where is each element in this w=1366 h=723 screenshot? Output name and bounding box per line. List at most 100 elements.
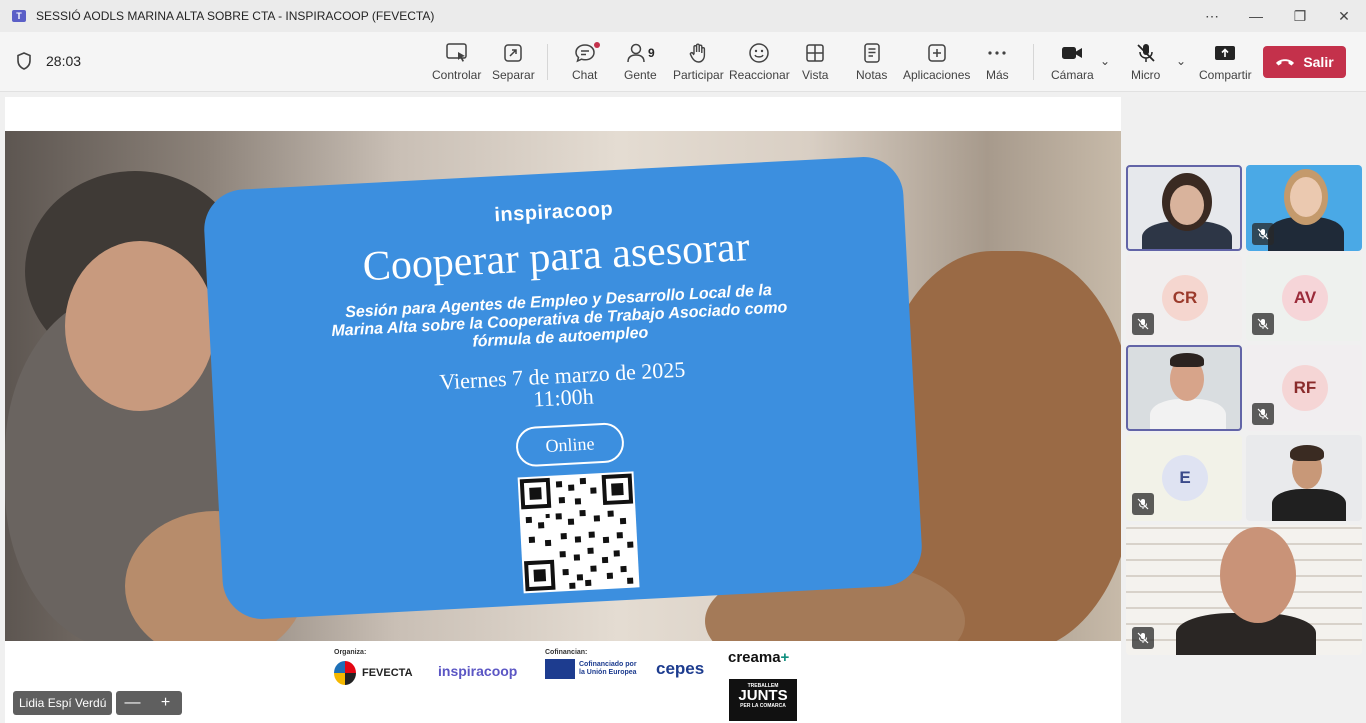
participant-tile-4[interactable]: AV [1246, 255, 1362, 341]
inspiracoop-logo: inspiracoop [438, 663, 518, 679]
view-label: Vista [802, 68, 829, 82]
apps-button[interactable]: Aplicaciones [903, 40, 970, 86]
chat-button[interactable]: Chat [572, 40, 600, 86]
slide-online-badge: Online [515, 421, 625, 468]
toolbar-divider [1033, 44, 1034, 80]
participant-tile-5[interactable] [1126, 345, 1242, 431]
minimize-icon[interactable]: — [1234, 0, 1278, 32]
mic-options-chevron-icon[interactable]: ⌄ [1176, 54, 1186, 68]
participant-tile-3[interactable]: CR [1126, 255, 1242, 341]
organiza-label: Organiza: [334, 649, 367, 656]
participant-hair [1170, 353, 1204, 367]
treballem-junts-logo: TREBALLEM JUNTS PER LA COMARCA [729, 679, 797, 721]
participant-tile-1[interactable] [1126, 165, 1242, 251]
muted-mic-icon [1132, 313, 1154, 335]
more-options-icon[interactable]: ⋯ [1190, 0, 1234, 32]
fevecta-mark-icon [334, 661, 356, 685]
participant-avatar: RF [1282, 365, 1328, 411]
chat-label: Chat [572, 68, 598, 82]
share-control-icon [445, 43, 467, 62]
eu-flag-icon [545, 659, 575, 679]
participant-hair [1290, 445, 1324, 461]
teams-app-icon: T [12, 10, 26, 22]
sponsor-logos: Organiza: Cofinancian: FEVECTA inspiraco… [330, 645, 810, 723]
notes-button[interactable]: Notas [856, 40, 887, 86]
meeting-timer: 28:03 [16, 52, 81, 70]
muted-mic-icon [1252, 223, 1274, 245]
presenter-name-label: Lidia Espí Verdú [13, 691, 113, 715]
shield-icon [17, 52, 31, 70]
zoom-out-button[interactable]: — [116, 691, 149, 715]
apps-label: Aplicaciones [903, 68, 971, 82]
pop-out-button[interactable]: Separar [492, 40, 535, 86]
view-button[interactable]: Vista [802, 40, 828, 86]
camera-icon [1062, 47, 1083, 59]
share-screen-icon [1215, 46, 1236, 60]
control-button[interactable]: Controlar [432, 40, 481, 86]
apps-icon [927, 44, 946, 62]
more-button[interactable]: Más [986, 40, 1009, 86]
muted-mic-icon [1252, 403, 1274, 425]
participant-face [1290, 177, 1322, 217]
participant-avatar: CR [1162, 275, 1208, 321]
fevecta-logo: FEVECTA [334, 661, 413, 685]
qr-code [517, 471, 640, 594]
participant-tile-8[interactable] [1246, 435, 1362, 521]
eu-line-2: la Unión Europea [579, 669, 637, 676]
mic-off-icon [1137, 44, 1155, 62]
plus-icon: + [780, 649, 790, 666]
slide-subtitle: Sesión para Agentes de Empleo y Desarrol… [331, 281, 788, 351]
participant-face [1220, 527, 1296, 623]
close-icon[interactable]: ✕ [1322, 0, 1366, 32]
camera-label: Cámara [1051, 68, 1094, 82]
people-icon [627, 43, 645, 63]
participant-tile-2[interactable] [1246, 165, 1362, 251]
participant-video [1150, 399, 1226, 429]
junts-main: JUNTS [738, 687, 788, 704]
more-icon [988, 51, 1006, 55]
photo-face [65, 241, 215, 411]
leave-label: Salir [1303, 54, 1334, 70]
title-bar: T SESSIÓ AODLS MARINA ALTA SOBRE CTA - I… [0, 0, 1366, 32]
toolbar-divider [547, 44, 548, 80]
notes-label: Notas [856, 68, 888, 82]
pop-out-icon [504, 44, 523, 62]
hang-up-icon [1276, 59, 1295, 66]
participant-tile-9[interactable] [1126, 525, 1362, 655]
mic-button[interactable]: Micro [1131, 40, 1160, 86]
timer-value: 28:03 [46, 53, 82, 69]
participant-avatar: E [1162, 455, 1208, 501]
eu-logo: Cofinanciado por la Unión Europea [545, 659, 637, 679]
participant-tile-7[interactable]: E [1126, 435, 1242, 521]
mic-label: Micro [1131, 68, 1161, 82]
camera-button[interactable]: Cámara [1051, 40, 1094, 86]
react-label: Reaccionar [729, 68, 790, 82]
slide-date-block: Viernes 7 de marzo de 2025 11:00h [212, 347, 913, 428]
notes-icon [863, 43, 880, 63]
grid-view-icon [806, 44, 824, 62]
creama-text: creama [728, 649, 781, 666]
share-label: Compartir [1199, 68, 1252, 82]
participant-avatar: AV [1282, 275, 1328, 321]
react-button[interactable]: Reaccionar [729, 40, 790, 86]
restore-icon[interactable]: ❐ [1278, 0, 1322, 32]
emoji-icon [749, 43, 770, 63]
share-button[interactable]: Compartir [1199, 40, 1252, 86]
zoom-controls: — + [116, 691, 182, 715]
camera-options-chevron-icon[interactable]: ⌄ [1100, 54, 1110, 68]
cepes-logo: cepes [656, 659, 705, 678]
meeting-toolbar: 28:03 Controlar Separar Chat 9 Gente Par… [0, 32, 1366, 92]
participant-video [1272, 489, 1346, 521]
eu-line-1: Cofinanciado por [579, 661, 637, 668]
muted-mic-icon [1132, 493, 1154, 515]
muted-mic-icon [1132, 627, 1154, 649]
people-button[interactable]: 9 Gente [624, 40, 657, 86]
leave-button[interactable]: Salir [1263, 46, 1346, 78]
zoom-in-button[interactable]: + [149, 691, 182, 715]
participant-face [1170, 185, 1204, 225]
participant-tile-6[interactable]: RF [1246, 345, 1362, 431]
raise-hand-label: Participar [673, 68, 724, 82]
cofinancian-label: Cofinancian: [545, 649, 588, 656]
raise-hand-button[interactable]: Participar [673, 40, 724, 86]
shared-content-stage: inspiracoop Cooperar para asesorar Sesió… [5, 97, 1121, 723]
